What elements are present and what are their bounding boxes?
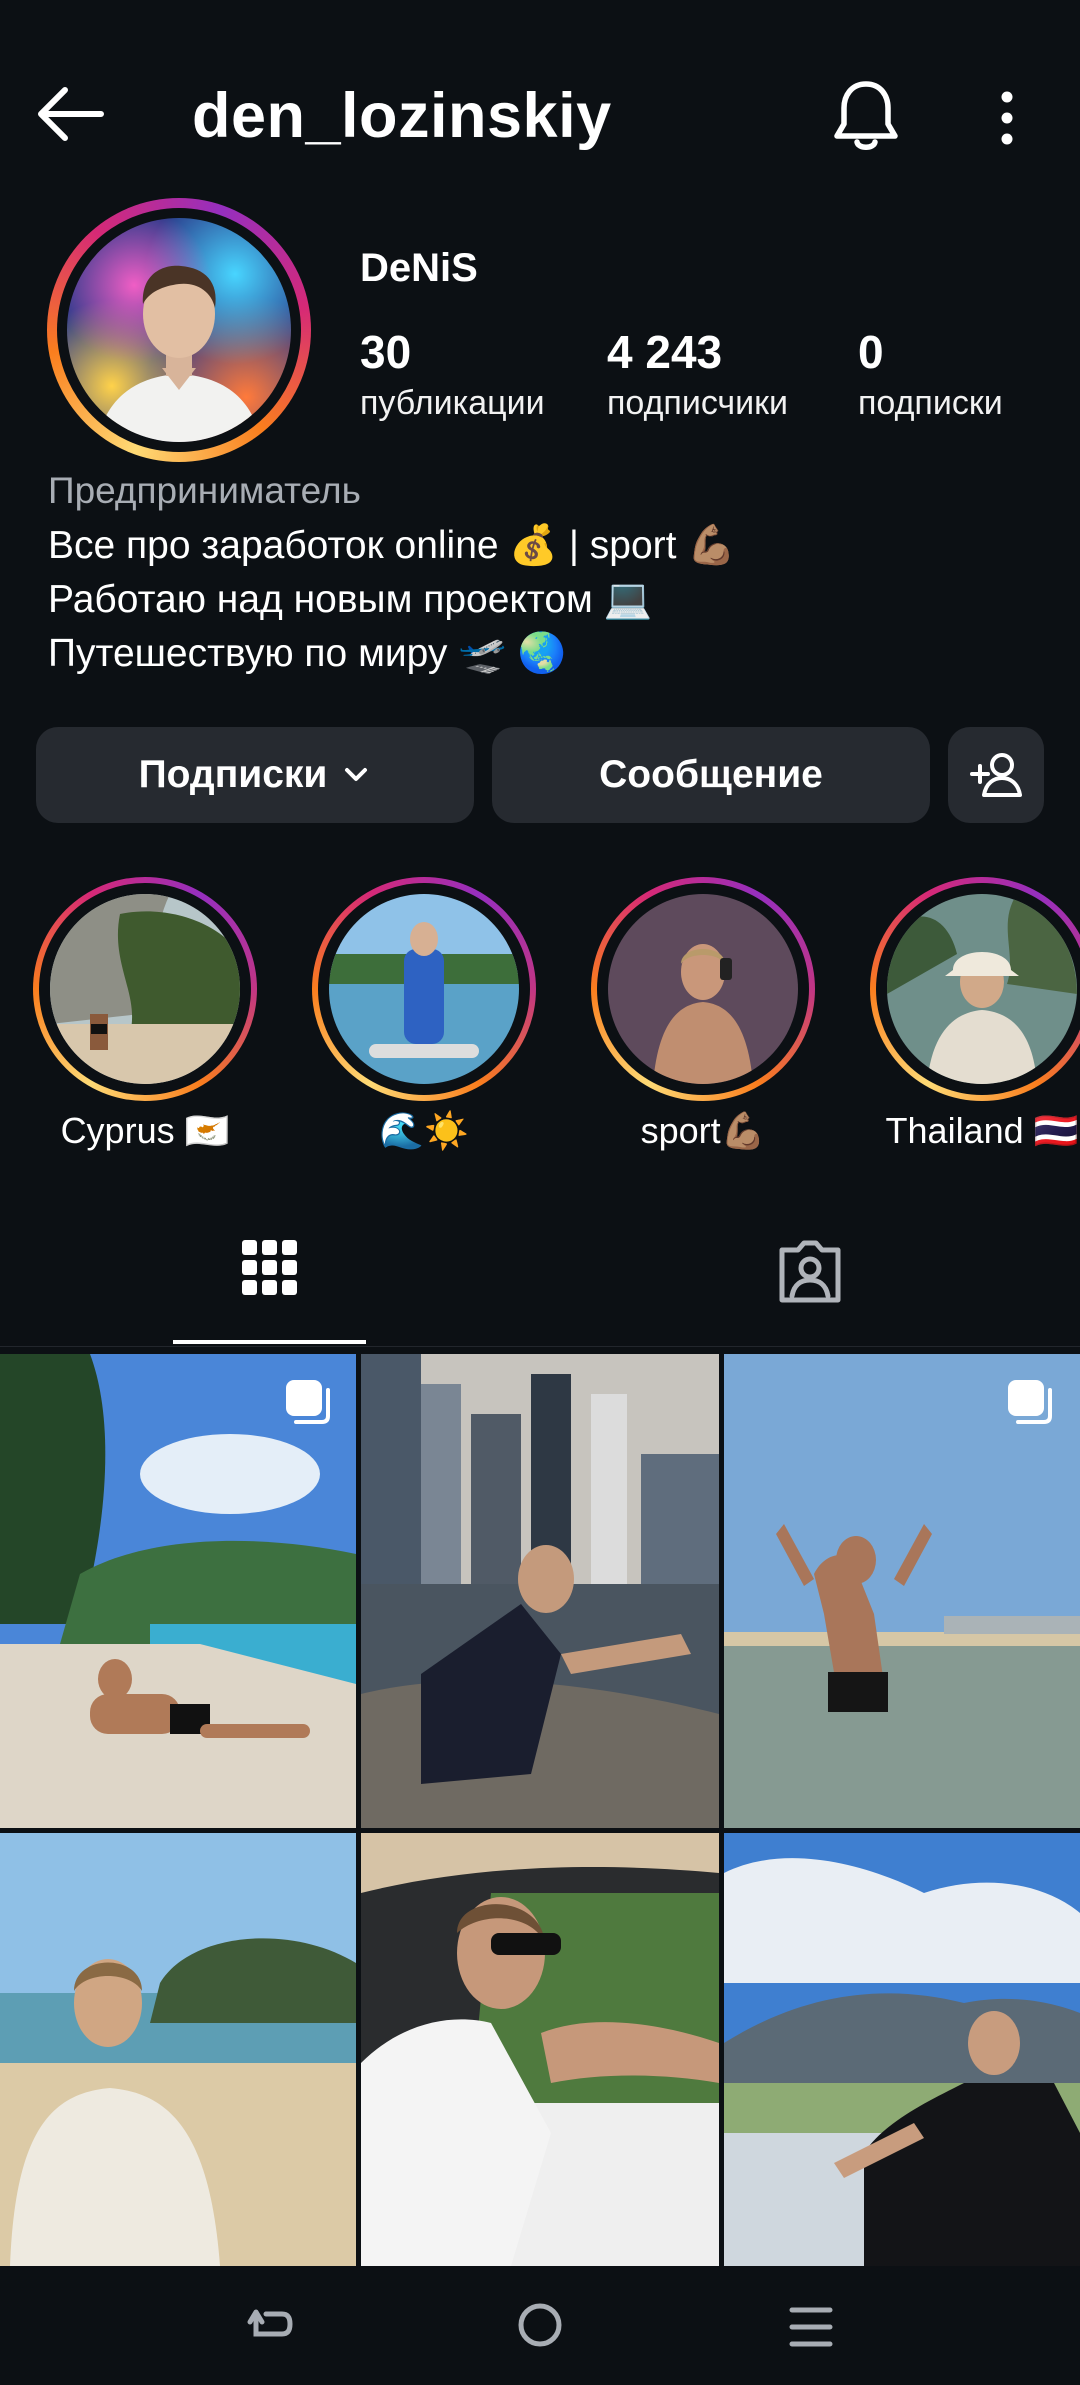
bell-icon (834, 81, 898, 150)
grid-icon (242, 1240, 297, 1295)
post-image-6 (724, 1833, 1080, 2266)
multiple-photos-icon (1008, 1380, 1052, 1424)
back-button[interactable] (28, 78, 110, 150)
nav-recents-button[interactable] (786, 2302, 836, 2352)
chevron-down-icon (345, 768, 368, 781)
highlight-cyprus-image (50, 894, 240, 1084)
nav-back-button[interactable] (242, 2300, 298, 2356)
bio-line-3: Путешествую по миру 🛫 🌏 (48, 632, 567, 675)
highlight-sea-sun-cover[interactable] (329, 894, 519, 1084)
post-thumbnail-2[interactable] (361, 1354, 719, 1828)
tab-posts-grid[interactable] (240, 1238, 300, 1298)
more-vertical-icon (1001, 91, 1013, 145)
highlight-sport-image (608, 894, 798, 1084)
following-count[interactable]: 0 (858, 325, 884, 379)
multiple-photos-icon (286, 1380, 330, 1424)
post-thumbnail-6[interactable] (724, 1833, 1080, 2266)
following-button-label: Подписки (138, 753, 328, 796)
display-name: DeNiS (360, 246, 478, 290)
posts-label[interactable]: публикации (360, 384, 545, 423)
nav-back-icon (247, 2309, 293, 2337)
arrow-left-icon (38, 87, 104, 141)
followers-count[interactable]: 4 243 (607, 325, 722, 379)
highlight-sport-cover[interactable] (608, 894, 798, 1084)
profile-username: den_lozinskiy (192, 81, 612, 151)
highlight-cyprus-label: Cyprus 🇨🇾 (60, 1110, 230, 1151)
nav-recents-icon (789, 2307, 833, 2347)
highlight-thailand-cover[interactable] (887, 894, 1077, 1084)
highlight-sea-sun-label: 🌊☀️ (379, 1110, 469, 1151)
post-thumbnail-5[interactable] (361, 1833, 719, 2266)
avatar[interactable] (67, 218, 291, 442)
followers-label[interactable]: подписчики (607, 384, 788, 423)
highlight-cyprus-cover[interactable] (50, 894, 240, 1084)
tab-active-indicator (173, 1340, 366, 1344)
highlight-sea-sun-image (329, 894, 519, 1084)
post-thumbnail-3[interactable] (724, 1354, 1080, 1828)
suggested-users-button[interactable] (948, 727, 1044, 823)
notifications-button[interactable] (820, 74, 912, 158)
following-label[interactable]: подписки (858, 384, 1003, 423)
highlight-sport-label: sport💪🏽 (640, 1110, 766, 1151)
highlight-thailand-image (887, 894, 1077, 1084)
tagged-person-icon (779, 1240, 841, 1303)
post-thumbnail-4[interactable] (0, 1833, 356, 2266)
posts-count[interactable]: 30 (360, 325, 411, 379)
system-navigation-bar (0, 2266, 1080, 2385)
highlight-thailand-label: Thailand 🇹🇭 (885, 1110, 1079, 1151)
profile-category: Предприниматель (48, 470, 361, 511)
avatar-portrait (97, 265, 261, 442)
post-thumbnail-1[interactable] (0, 1354, 356, 1828)
bio-line-1: Все про заработок online 💰 | sport 💪🏽 (48, 524, 736, 567)
post-image-2 (361, 1354, 719, 1828)
tab-divider (0, 1346, 1080, 1347)
message-button-label: Сообщение (599, 753, 823, 796)
tab-tagged[interactable] (776, 1238, 844, 1306)
post-image-5 (361, 1833, 719, 2266)
following-button[interactable]: Подписки (36, 727, 474, 823)
bio-line-2: Работаю над новым проектом 💻 (48, 578, 653, 621)
nav-home-icon (518, 2303, 562, 2347)
more-options-button[interactable] (975, 78, 1039, 158)
message-button[interactable]: Сообщение (492, 727, 930, 823)
add-person-icon (970, 753, 1022, 797)
nav-home-button[interactable] (515, 2300, 565, 2350)
post-image-4 (0, 1833, 356, 2266)
